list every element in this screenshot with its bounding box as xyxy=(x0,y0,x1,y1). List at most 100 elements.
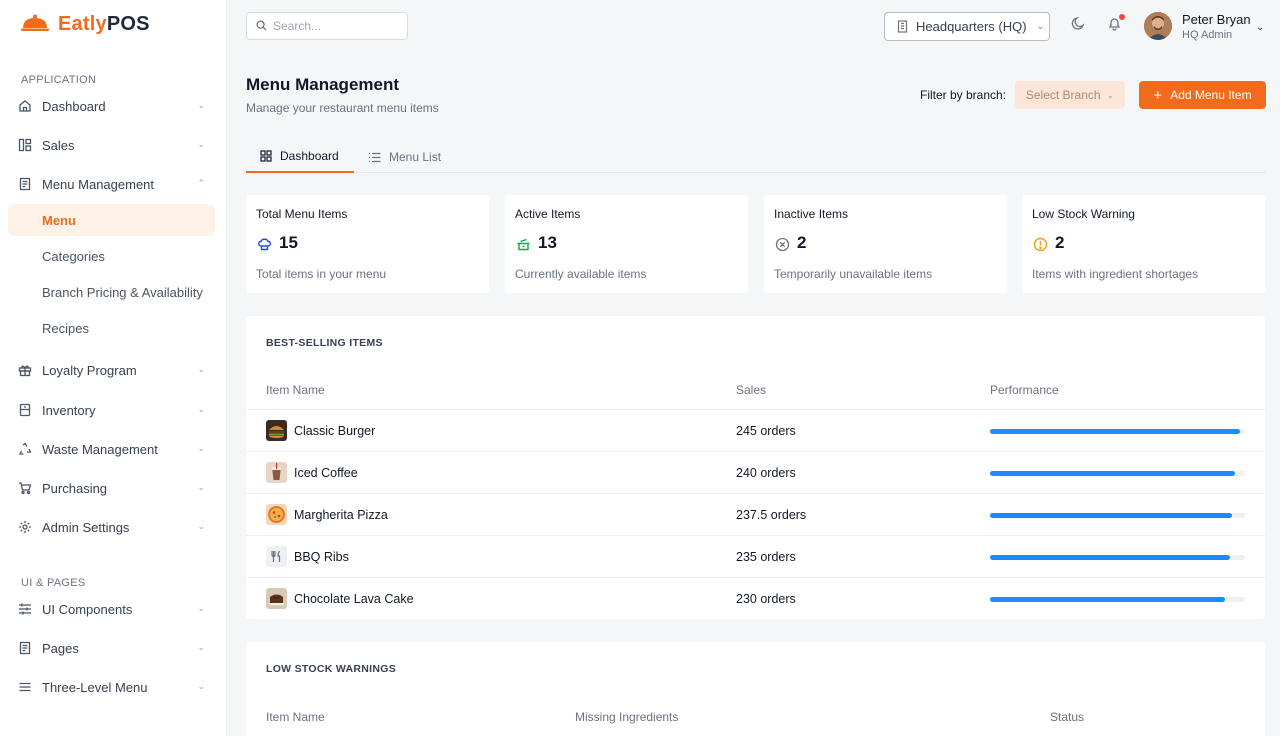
sidebar-item-three-level-menu[interactable]: Three-Level Menu ⌄ xyxy=(8,671,215,703)
chevron-down-icon: ⌄ xyxy=(197,642,205,652)
item-name: Margherita Pizza xyxy=(294,508,388,522)
menu-lines-icon xyxy=(18,680,32,694)
dark-mode-toggle[interactable] xyxy=(1069,16,1087,34)
table-row[interactable]: Iced Coffee 240 orders xyxy=(246,451,1265,493)
performance-fill xyxy=(990,597,1225,602)
avatar[interactable] xyxy=(1144,12,1172,40)
sidebar-subitem-recipes[interactable]: Recipes xyxy=(8,312,215,344)
notifications-button[interactable] xyxy=(1105,14,1125,34)
table-row[interactable]: Classic Burger 245 orders xyxy=(246,409,1265,451)
item-sales: 245 orders xyxy=(736,424,796,438)
sidebar-item-loyalty[interactable]: Loyalty Program ⌄ xyxy=(8,354,215,386)
recycle-icon xyxy=(18,442,32,456)
chef-hat-icon xyxy=(256,236,272,252)
sidebar-item-inventory[interactable]: Inventory ⌄ xyxy=(8,394,215,426)
pizza-thumb xyxy=(266,504,287,525)
branch-filter-placeholder: Select Branch xyxy=(1025,88,1101,102)
item-sales: 237.5 orders xyxy=(736,508,807,522)
tab-bar: Dashboard Menu List xyxy=(246,141,1266,173)
filter-label: Filter by branch: xyxy=(920,88,1007,102)
search-icon xyxy=(256,19,267,34)
best-selling-panel: BEST-SELLING ITEMS Item Name Sales Perfo… xyxy=(246,316,1265,619)
sidebar-item-waste[interactable]: Waste Management ⌄ xyxy=(8,433,215,465)
stat-card-active: Active Items 13 Currently available item… xyxy=(505,195,748,293)
sidebar-item-purchasing[interactable]: Purchasing ⌄ xyxy=(8,472,215,504)
sidebar-subitem-branch-pricing[interactable]: Branch Pricing & Availability xyxy=(8,276,215,308)
panel-title: LOW STOCK WARNINGS xyxy=(266,663,397,675)
pages-icon xyxy=(18,641,32,655)
chevron-down-icon: ⌄ xyxy=(197,603,205,613)
sidebar-subitem-menu[interactable]: Menu xyxy=(8,204,215,236)
sidebar-item-dashboard[interactable]: Dashboard ⌄ xyxy=(8,90,215,122)
sidebar-item-admin-settings[interactable]: Admin Settings ⌄ xyxy=(8,511,215,543)
user-name[interactable]: Peter Bryan xyxy=(1182,12,1251,27)
branch-selector[interactable]: Headquarters (HQ) ⌄ xyxy=(884,12,1050,41)
item-name: Classic Burger xyxy=(294,424,376,438)
sidebar-item-ui-components[interactable]: UI Components ⌄ xyxy=(8,593,215,625)
chevron-up-icon: ⌃ xyxy=(197,178,205,188)
chevron-down-icon: ⌄ xyxy=(197,139,205,149)
list-icon xyxy=(368,152,381,163)
stat-label: Total Menu Items xyxy=(256,207,348,221)
low-stock-panel: LOW STOCK WARNINGS Item Name Missing Ing… xyxy=(246,642,1265,736)
sidebar: EatlyPOS APPLICATION Dashboard ⌄ Sales ⌄… xyxy=(0,0,227,736)
page-title: Menu Management xyxy=(246,75,400,94)
sidebar-item-label: Three-Level Menu xyxy=(42,679,148,695)
notification-dot xyxy=(1119,14,1125,20)
alert-circle-icon xyxy=(1032,236,1048,252)
branch-filter-select[interactable]: Select Branch ⌄ xyxy=(1015,81,1125,109)
panel-title: BEST-SELLING ITEMS xyxy=(266,337,383,349)
sidebar-subitem-categories[interactable]: Categories xyxy=(8,240,215,272)
stat-value: 13 xyxy=(538,233,557,252)
user-role: HQ Admin xyxy=(1182,29,1233,41)
burger-thumb xyxy=(266,420,287,441)
column-header: Item Name xyxy=(266,710,325,724)
item-name: Iced Coffee xyxy=(294,466,358,480)
sidebar-item-label: Loyalty Program xyxy=(42,362,137,378)
search-box[interactable] xyxy=(246,12,408,40)
stat-card-inactive: Inactive Items 2 Temporarily unavailable… xyxy=(764,195,1007,293)
chevron-down-icon: ⌄ xyxy=(197,364,205,374)
sidebar-item-label: Sales xyxy=(42,137,75,153)
chevron-down-icon: ⌄ xyxy=(197,521,205,531)
stat-description: Temporarily unavailable items xyxy=(774,267,933,281)
branch-selector-label: Headquarters (HQ) xyxy=(916,19,1027,34)
receipt-icon xyxy=(18,177,32,191)
performance-bar xyxy=(990,597,1245,602)
tab-menu-list[interactable]: Menu List xyxy=(368,141,441,173)
stat-description: Total items in your menu xyxy=(256,267,387,281)
chevron-down-icon: ⌄ xyxy=(1106,89,1115,100)
pot-icon xyxy=(515,236,531,252)
tab-dashboard[interactable]: Dashboard xyxy=(246,141,354,173)
table-row[interactable]: Chocolate Lava Cake 230 orders xyxy=(246,577,1265,619)
performance-fill xyxy=(990,513,1233,518)
sidebar-item-label: Pages xyxy=(42,640,79,656)
cloche-icon xyxy=(20,13,50,36)
chevron-down-icon: ⌄ xyxy=(197,100,205,110)
tab-label: Dashboard xyxy=(280,149,339,163)
sidebar-item-label: Waste Management xyxy=(42,441,158,457)
sidebar-item-pages[interactable]: Pages ⌄ xyxy=(8,632,215,664)
cart-icon xyxy=(18,481,32,495)
table-row[interactable]: Margherita Pizza 237.5 orders xyxy=(246,493,1265,535)
item-sales: 235 orders xyxy=(736,550,796,564)
add-menu-item-button[interactable]: + Add Menu Item xyxy=(1139,81,1266,109)
brand-name: EatlyPOS xyxy=(58,12,150,35)
item-sales: 240 orders xyxy=(736,466,796,480)
table-row[interactable]: BBQ Ribs 235 orders xyxy=(246,535,1265,577)
page-subtitle: Manage your restaurant menu items xyxy=(246,101,439,115)
performance-fill xyxy=(990,471,1235,476)
chevron-down-icon: ⌄ xyxy=(1036,21,1045,31)
section-label-ui-pages: UI & PAGES xyxy=(21,577,86,589)
brand-logo[interactable]: EatlyPOS xyxy=(20,12,150,36)
sidebar-item-label: UI Components xyxy=(42,601,133,617)
item-sales: 230 orders xyxy=(736,592,796,606)
sidebar-item-menu-management[interactable]: Menu Management ⌃ xyxy=(8,168,215,200)
coffee-thumb xyxy=(266,462,287,483)
search-input[interactable] xyxy=(273,19,403,33)
performance-fill xyxy=(990,429,1240,434)
sidebar-item-sales[interactable]: Sales ⌄ xyxy=(8,129,215,161)
x-circle-icon xyxy=(774,236,790,252)
plus-icon: + xyxy=(1153,86,1163,104)
chevron-down-icon[interactable]: ⌄ xyxy=(1256,22,1264,33)
